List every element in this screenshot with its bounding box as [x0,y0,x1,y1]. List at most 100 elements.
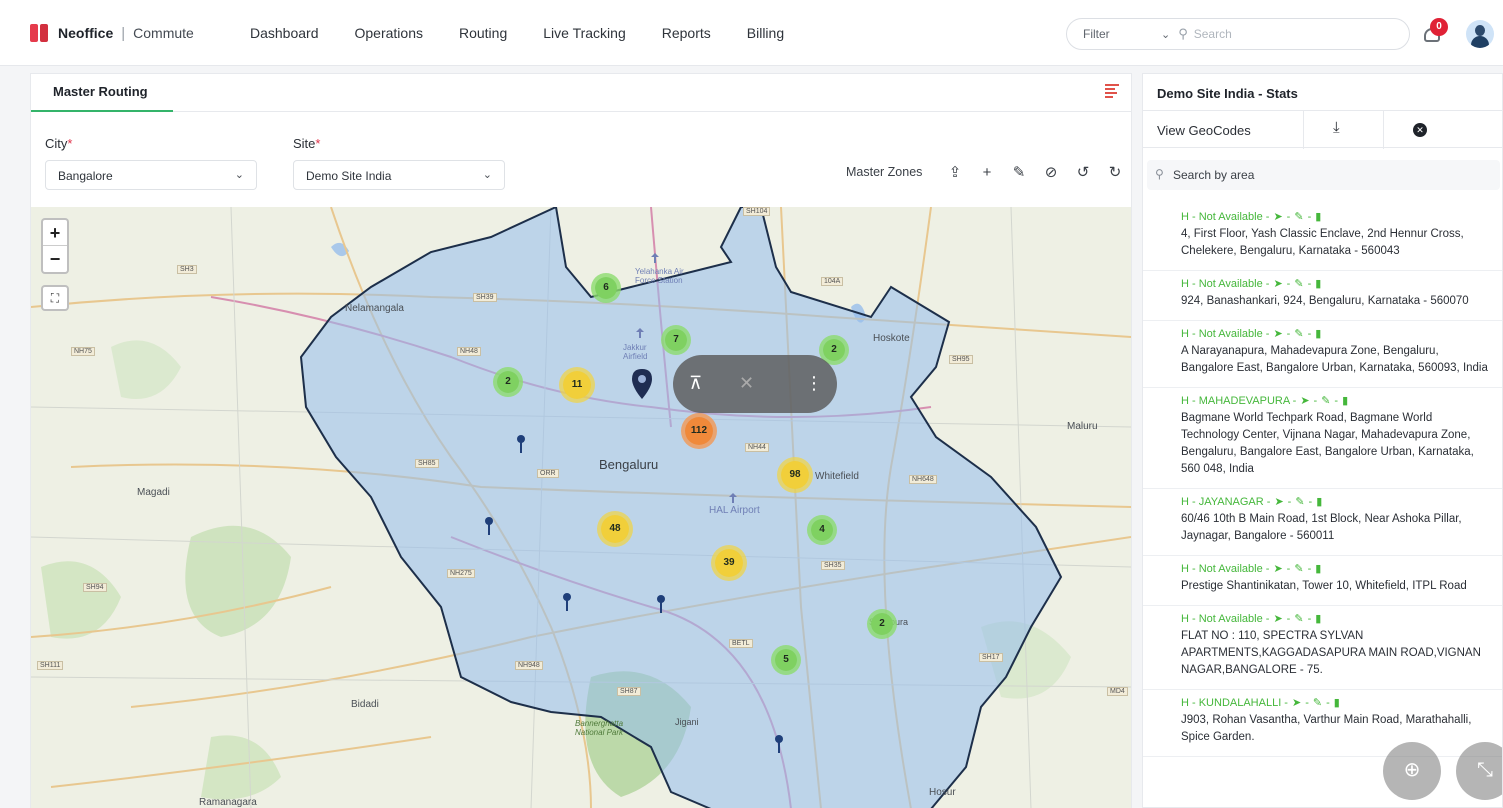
delete-icon[interactable]: ▮ [1315,327,1321,340]
zone-toolbar: ⇪ + ✎ ⊘ ↺ ↻ [939,160,1131,184]
nav-live-tracking[interactable]: Live Tracking [543,25,625,41]
refresh-icon[interactable]: ↻ [1099,160,1131,184]
nav-billing[interactable]: Billing [747,25,784,41]
delete-icon[interactable]: ▮ [1316,495,1322,508]
list-item[interactable]: H - Not Available - ➤ - ✎ - ▮ 4, First Floor,… [1143,204,1502,271]
global-search-input[interactable]: Search [1194,27,1232,41]
navigate-icon[interactable]: ➤ [1273,562,1282,575]
nav-dashboard[interactable]: Dashboard [250,25,319,41]
location-pin-icon[interactable] [775,735,783,753]
road-tag: NH275 [447,569,475,578]
location-pin-icon[interactable] [657,595,665,613]
place-label: Hoskote [873,333,910,344]
place-label: Nelamangala [345,303,404,314]
address-list: H - Not Available - ➤ - ✎ - ▮ 4, First Floor,… [1143,204,1502,757]
unpin-icon[interactable]: ⊼ [689,373,702,394]
notifications-bell-icon[interactable]: 0 [1422,18,1448,46]
address-text: A Narayanapura, Mahadevapura Zone, Benga… [1181,345,1488,374]
edit-icon[interactable]: ✎ [1321,394,1330,407]
map-cluster[interactable]: 98 [777,457,813,493]
zoom-in-button[interactable]: + [43,220,67,246]
delete-icon[interactable]: ▮ [1342,394,1348,407]
history-icon[interactable]: ↺ [1067,160,1099,184]
edit-icon[interactable]: ✎ [1294,210,1303,223]
area-search-input[interactable] [1173,164,1483,186]
edit-icon[interactable]: ✎ [1003,160,1035,184]
road-tag: SH85 [415,459,439,468]
map-view[interactable]: SH3 NH75 SH39 NH48 SH85 ORR NH275 SH94 S… [31,207,1131,808]
map-cluster[interactable]: 39 [711,545,747,581]
map-cluster[interactable]: 6 [591,273,621,303]
list-item[interactable]: H - Not Available - ➤ - ✎ - ▮ 924, Banashanka… [1143,271,1502,321]
notification-badge: 0 [1430,18,1448,36]
navigate-icon[interactable]: ➤ [1300,394,1309,407]
brand-separator: | [121,24,126,42]
edit-icon[interactable]: ✎ [1294,612,1303,625]
edit-icon[interactable]: ✎ [1294,277,1303,290]
address-text: 924, Banashankari, 924, Bengaluru, Karna… [1181,295,1469,307]
fullscreen-icon[interactable]: ⛶ [41,285,69,311]
delete-icon[interactable]: ▮ [1315,210,1321,223]
filter-dropdown[interactable]: Filter [1083,27,1149,41]
master-routing-card: Master Routing City* Bangalore ⌄ Site* De… [30,73,1132,808]
place-label: Whitefield [815,471,859,482]
chevron-down-icon[interactable]: ⌄ [1161,28,1170,41]
download-icon[interactable]: ⤓ [1333,119,1340,136]
navigate-icon[interactable]: ➤ [1273,277,1282,290]
place-label: Maluru [1067,421,1098,432]
delete-icon[interactable]: ▮ [1334,696,1340,709]
edit-icon[interactable]: ✎ [1295,495,1304,508]
navigate-icon[interactable]: ➤ [1273,327,1282,340]
delete-icon[interactable]: ▮ [1315,612,1321,625]
navigate-icon[interactable]: ➤ [1292,696,1301,709]
zoom-search-icon[interactable]: ⊕ [1383,742,1441,800]
list-item[interactable]: H - Not Available - ➤ - ✎ - ▮ Prestige Shanti… [1143,556,1502,606]
zoom-out-button[interactable]: − [43,246,67,272]
user-avatar[interactable] [1466,20,1494,48]
tab-master-routing[interactable]: Master Routing [31,74,173,112]
close-icon[interactable]: ✕ [1413,123,1427,137]
search-icon: ⚲ [1155,167,1164,181]
navigate-icon[interactable]: ➤ [1274,495,1283,508]
nav-reports[interactable]: Reports [662,25,711,41]
nav-operations[interactable]: Operations [355,25,423,41]
list-menu-icon[interactable] [1105,84,1119,100]
map-cluster[interactable]: 4 [807,515,837,545]
map-cluster[interactable]: 2 [493,367,523,397]
nav-routing[interactable]: Routing [459,25,507,41]
list-item[interactable]: H - KUNDALAHALLI - ➤ - ✎ - ▮ J903, Rohan Vasa… [1143,690,1502,757]
city-select[interactable]: Bangalore ⌄ [45,160,257,190]
site-select[interactable]: Demo Site India ⌄ [293,160,505,190]
brand[interactable]: Neoffice | Commute [30,24,194,42]
delete-icon[interactable]: ▮ [1315,277,1321,290]
map-cluster[interactable]: 2 [867,609,897,639]
location-pin-icon[interactable] [563,593,571,611]
upload-icon[interactable]: ⇪ [939,160,971,184]
top-navbar: Neoffice | Commute Dashboard Operations … [0,0,1503,66]
list-item[interactable]: H - Not Available - ➤ - ✎ - ▮ FLAT NO : 110, … [1143,606,1502,690]
add-icon[interactable]: + [971,160,1003,184]
edit-icon[interactable]: ✎ [1313,696,1322,709]
map-cluster[interactable]: 112 [681,413,717,449]
map-cluster[interactable]: 48 [597,511,633,547]
location-pin-icon[interactable] [517,435,525,453]
map-cluster[interactable]: 7 [661,325,691,355]
more-options-icon[interactable]: ⋮ [805,373,823,394]
edit-icon[interactable]: ✎ [1294,327,1303,340]
hide-icon[interactable]: ⊘ [1035,160,1067,184]
location-pin-icon[interactable] [485,517,493,535]
view-geocodes-button[interactable]: View GeoCodes [1157,123,1251,138]
map-cluster[interactable]: 5 [771,645,801,675]
delete-icon[interactable]: ▮ [1315,562,1321,575]
list-item[interactable]: H - Not Available - ➤ - ✎ - ▮ A Narayanapura,… [1143,321,1502,388]
map-base-layer [31,207,1131,808]
edit-icon[interactable]: ✎ [1294,562,1303,575]
navigate-icon[interactable]: ➤ [1273,612,1282,625]
mute-icon[interactable]: ✕ [739,373,754,394]
list-item[interactable]: H - MAHADEVAPURA - ➤ - ✎ - ▮ Bagmane World Te… [1143,388,1502,489]
navigate-icon[interactable]: ➤ [1273,210,1282,223]
list-item[interactable]: H - JAYANAGAR - ➤ - ✎ - ▮ 60/46 10th B Main R… [1143,489,1502,556]
collapse-icon[interactable]: ⤡ [1456,742,1502,800]
map-cluster[interactable]: 11 [559,367,595,403]
area-search: ⚲ [1147,160,1500,190]
